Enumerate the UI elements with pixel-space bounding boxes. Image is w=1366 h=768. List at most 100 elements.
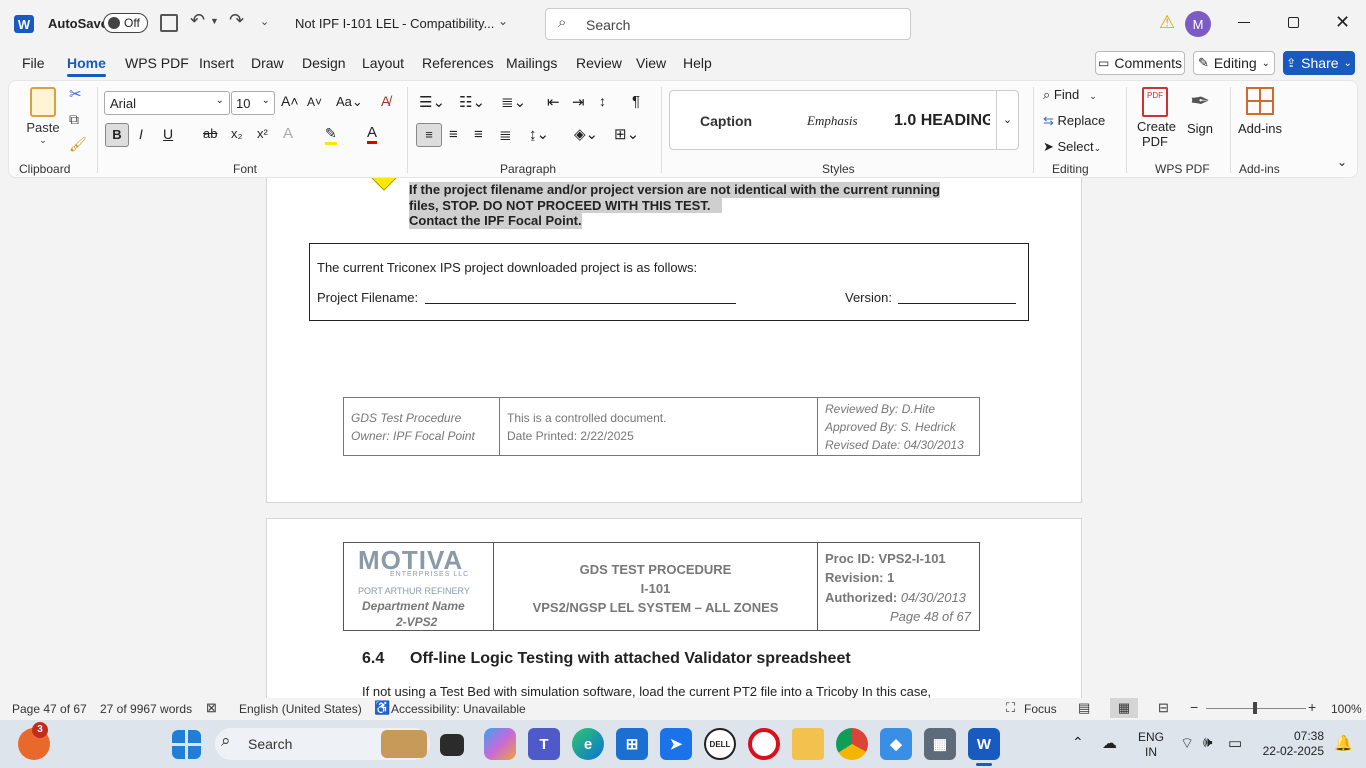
shrink-font-icon[interactable]: A˅ — [307, 95, 322, 109]
opera-icon[interactable] — [748, 728, 780, 760]
undo-dropdown-icon[interactable]: ▼ — [210, 16, 219, 26]
align-left-icon[interactable]: ≡ — [416, 123, 442, 147]
app-icon[interactable]: ◆ — [880, 728, 912, 760]
teams-icon[interactable]: T — [528, 728, 560, 760]
web-layout-icon[interactable]: ⊟ — [1158, 700, 1169, 716]
justify-icon[interactable]: ≣ — [499, 126, 512, 144]
project-filename-blank[interactable] — [425, 303, 736, 304]
notifications-icon[interactable]: 🔔 — [1334, 734, 1353, 752]
comments-button[interactable]: ▭ Comments — [1095, 51, 1185, 75]
zoom-out-icon[interactable]: − — [1190, 699, 1198, 715]
clear-formatting-icon[interactable]: A̸ — [381, 93, 390, 109]
proofing-icon[interactable]: ⊠ — [206, 700, 217, 716]
tab-help[interactable]: Help — [683, 55, 712, 71]
widgets-icon[interactable]: 3 — [18, 722, 50, 760]
collapse-ribbon-icon[interactable]: ⌄ — [1337, 155, 1347, 169]
arrow-app-icon[interactable]: ➤ — [660, 728, 692, 760]
font-color-icon[interactable]: A — [367, 124, 378, 144]
share-button[interactable]: ⇪ Share ⌄ — [1283, 51, 1355, 75]
autosave-toggle[interactable]: Off — [103, 13, 148, 33]
numbering-icon[interactable]: ☷⌄ — [459, 93, 485, 111]
battery-icon[interactable]: ▭ — [1228, 734, 1242, 752]
bullets-icon[interactable]: ☰⌄ — [419, 93, 445, 111]
read-mode-icon[interactable]: ▤ — [1078, 700, 1090, 716]
styles-gallery[interactable]: Caption Emphasis 1.0 HEADING ⌄ — [669, 90, 1019, 150]
chrome-icon[interactable] — [836, 728, 868, 760]
style-caption[interactable]: Caption — [700, 113, 752, 129]
redo-icon[interactable]: ↷ — [229, 10, 244, 31]
chevron-up-icon[interactable]: ⌃ — [1072, 734, 1084, 751]
decrease-indent-icon[interactable]: ⇤ — [547, 93, 560, 111]
line-spacing-icon[interactable]: ↨⌄ — [529, 125, 549, 143]
strikethrough-icon[interactable]: ab — [203, 126, 217, 141]
superscript-icon[interactable]: x² — [257, 126, 268, 141]
addins-button[interactable]: Add-ins — [1237, 87, 1283, 136]
file-explorer-icon[interactable] — [792, 728, 824, 760]
title-chevron-icon[interactable]: ⌄ — [498, 14, 508, 28]
restore-icon[interactable] — [1288, 17, 1299, 28]
taskbar-search[interactable]: ⌕ Search — [215, 728, 430, 760]
document-canvas[interactable]: If the project filename and/or project v… — [0, 178, 1366, 698]
zoom-in-icon[interactable]: + — [1308, 699, 1316, 715]
warning-icon[interactable]: ⚠ — [1159, 12, 1175, 33]
tab-layout[interactable]: Layout — [362, 55, 404, 71]
copy-icon[interactable]: ⧉ — [69, 111, 79, 128]
word-taskbar-icon[interactable]: W — [968, 728, 1000, 760]
tab-design[interactable]: Design — [302, 55, 346, 71]
style-heading[interactable]: 1.0 HEADING — [894, 112, 990, 130]
zoom-thumb-icon[interactable] — [1253, 702, 1257, 714]
undo-icon[interactable]: ↶ — [190, 10, 205, 31]
task-view-icon[interactable] — [440, 734, 464, 756]
save-icon[interactable] — [160, 14, 178, 32]
cut-icon[interactable]: ✂ — [69, 85, 82, 103]
multilevel-list-icon[interactable]: ≣⌄ — [501, 93, 526, 111]
language-indicator[interactable]: ENG IN — [1138, 730, 1164, 760]
change-case-icon[interactable]: Aa⌄ — [336, 94, 363, 110]
sign-button[interactable]: ✒ Sign — [1183, 87, 1217, 136]
language[interactable]: English (United States) — [239, 702, 362, 716]
volume-icon[interactable]: 🕪 — [1203, 734, 1212, 751]
bold-icon[interactable]: B — [105, 123, 129, 147]
customize-qat-icon[interactable]: ⌄ — [260, 15, 269, 28]
print-layout-icon[interactable]: ▦ — [1110, 698, 1138, 718]
font-size-select[interactable]: 10 ⌄ — [231, 91, 275, 115]
dell-icon[interactable]: DELL — [704, 728, 736, 760]
replace-button[interactable]: ⇆ Replace — [1043, 113, 1105, 129]
tab-review[interactable]: Review — [576, 55, 622, 71]
focus-button[interactable]: Focus — [1024, 702, 1057, 716]
calculator-icon[interactable]: ▦ — [924, 728, 956, 760]
document-title[interactable]: Not IPF I-101 LEL - Compatibility... — [295, 16, 494, 31]
align-right-icon[interactable]: ≡ — [474, 126, 483, 143]
store-icon[interactable]: ⊞ — [616, 728, 648, 760]
avatar[interactable]: M — [1185, 11, 1211, 37]
network-cloud-icon[interactable]: ☁ — [1102, 734, 1117, 752]
editing-mode-button[interactable]: ✎ Editing ⌄ — [1193, 51, 1275, 75]
search-box[interactable]: ⌕ Search — [545, 8, 911, 40]
tab-draw[interactable]: Draw — [251, 55, 284, 71]
minimize-icon[interactable] — [1238, 22, 1250, 23]
highlight-icon[interactable]: ✎ — [325, 125, 337, 145]
create-pdf-button[interactable]: PDF Create PDF — [1137, 87, 1176, 149]
tab-home[interactable]: Home — [67, 55, 106, 77]
accessibility-status[interactable]: Accessibility: Unavailable — [391, 702, 526, 716]
sort-icon[interactable]: ↕ — [599, 93, 606, 109]
align-center-icon[interactable]: ≡ — [449, 126, 458, 143]
word-count[interactable]: 27 of 9967 words — [100, 702, 192, 716]
page-count[interactable]: Page 47 of 67 — [12, 702, 87, 716]
subscript-icon[interactable]: x₂ — [231, 126, 243, 141]
borders-icon[interactable]: ⊞⌄ — [614, 125, 639, 143]
format-painter-icon[interactable]: 🖌 — [69, 136, 87, 153]
styles-expand-icon[interactable]: ⌄ — [996, 91, 1018, 149]
clock[interactable]: 07:38 22-02-2025 — [1258, 729, 1324, 759]
text-effects-icon[interactable]: A — [283, 125, 293, 142]
italic-icon[interactable]: I — [139, 126, 143, 142]
select-button[interactable]: ➤ Select⌄ — [1043, 139, 1101, 155]
shading-icon[interactable]: ◈⌄ — [574, 125, 598, 143]
underline-icon[interactable]: U — [163, 126, 173, 142]
edge-icon[interactable]: e — [572, 728, 604, 760]
find-button[interactable]: ⌕ Find ⌄ — [1043, 87, 1097, 103]
tab-file[interactable]: File — [22, 55, 45, 71]
tab-view[interactable]: View — [636, 55, 666, 71]
style-emphasis[interactable]: Emphasis — [807, 113, 858, 129]
tab-references[interactable]: References — [422, 55, 494, 71]
